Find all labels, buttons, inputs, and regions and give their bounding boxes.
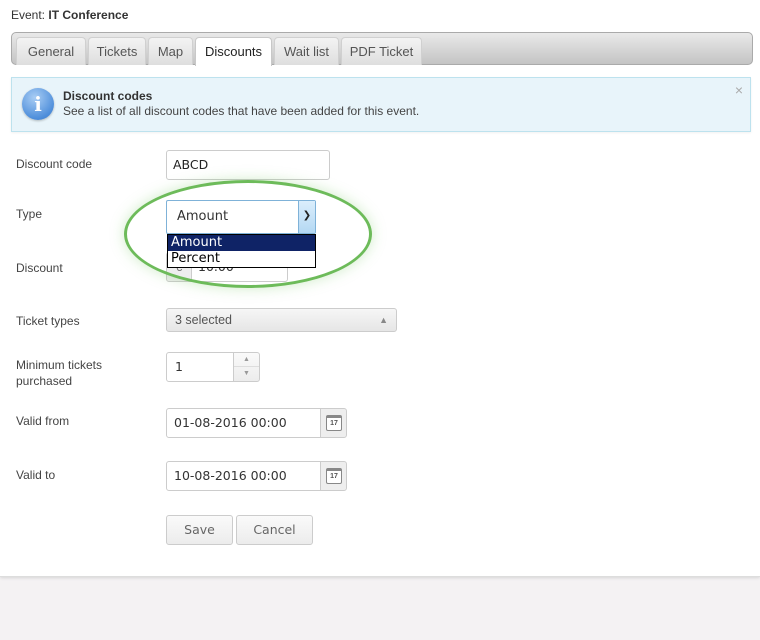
valid-from-calendar-button[interactable]: 17: [320, 408, 347, 438]
dropdown-option-percent[interactable]: Percent: [168, 251, 315, 267]
min-tickets-spinner: 1 ▲ ▼: [166, 352, 260, 382]
close-icon[interactable]: ×: [735, 82, 743, 98]
min-tickets-label-line1: Minimum tickets: [16, 358, 103, 372]
ticket-types-value: 3 selected: [175, 313, 232, 327]
valid-to-input[interactable]: 10-08-2016 00:00: [166, 461, 321, 491]
save-button[interactable]: Save: [166, 515, 233, 545]
ticket-types-select[interactable]: 3 selected ▲: [166, 308, 397, 332]
valid-from-input[interactable]: 01-08-2016 00:00: [166, 408, 321, 438]
tab-bar: General Tickets Map Discounts Wait list …: [11, 32, 753, 66]
tab-wait-list[interactable]: Wait list: [274, 37, 339, 65]
tab-discounts[interactable]: Discounts: [195, 37, 272, 66]
discount-label: Discount: [16, 261, 63, 275]
info-icon: i: [22, 88, 54, 120]
valid-from-group: 01-08-2016 00:00 17: [166, 408, 347, 438]
info-box: i Discount codes See a list of all disco…: [11, 77, 751, 132]
event-name: IT Conference: [48, 8, 129, 22]
type-label: Type: [16, 207, 43, 221]
tab-tickets[interactable]: Tickets: [88, 37, 146, 65]
valid-from-label: Valid from: [16, 414, 70, 428]
ticket-types-label: Ticket types: [16, 314, 80, 328]
valid-to-calendar-button[interactable]: 17: [320, 461, 347, 491]
valid-to-label: Valid to: [16, 468, 56, 482]
chevron-up-icon[interactable]: ▲: [234, 353, 259, 367]
event-title: Event: IT Conference: [11, 8, 128, 22]
type-select-value: Amount: [177, 209, 229, 224]
min-tickets-label: Minimum tickets purchased: [16, 357, 102, 389]
discount-code-input[interactable]: ABCD: [166, 150, 330, 180]
info-text: See a list of all discount codes that ha…: [63, 104, 420, 118]
discount-panel: Event: IT Conference General Tickets Map…: [0, 0, 760, 577]
tab-map[interactable]: Map: [148, 37, 193, 65]
calendar-icon: 17: [326, 468, 342, 484]
sort-caret-icon: ▲: [379, 315, 388, 325]
dropdown-option-amount[interactable]: Amount: [168, 235, 315, 251]
spinner-buttons: ▲ ▼: [233, 352, 260, 382]
calendar-icon: 17: [326, 415, 342, 431]
cancel-button[interactable]: Cancel: [236, 515, 313, 545]
min-tickets-label-line2: purchased: [16, 374, 73, 388]
valid-to-group: 10-08-2016 00:00 17: [166, 461, 347, 491]
tab-pdf-ticket[interactable]: PDF Ticket: [341, 37, 422, 65]
chevron-down-icon[interactable]: ▼: [234, 367, 259, 381]
type-select[interactable]: Amount ❯: [166, 200, 316, 234]
discount-code-label: Discount code: [16, 157, 93, 171]
min-tickets-input[interactable]: 1: [166, 352, 234, 382]
event-label: Event:: [11, 8, 46, 22]
chevron-down-icon[interactable]: ❯: [298, 201, 315, 233]
tab-general[interactable]: General: [16, 37, 86, 65]
type-dropdown-list: Amount Percent: [167, 234, 316, 268]
info-title: Discount codes: [63, 89, 153, 103]
